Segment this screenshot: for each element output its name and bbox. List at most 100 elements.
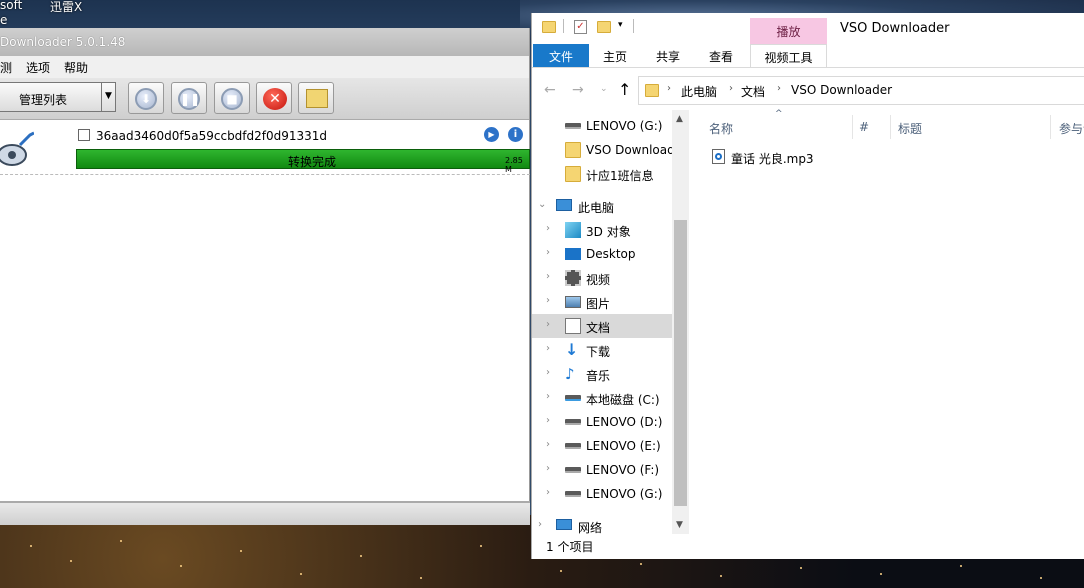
column-title[interactable]: 标题: [898, 120, 922, 137]
nav-item-desktop[interactable]: › Desktop: [532, 242, 672, 266]
nav-item-pictures[interactable]: › 图片: [532, 290, 672, 314]
tab-home[interactable]: 主页: [594, 44, 636, 67]
nav-item-videos[interactable]: › 视频: [532, 266, 672, 290]
computer-icon: [556, 199, 572, 211]
pause-button[interactable]: ❚❚: [171, 82, 207, 114]
nav-item-label: 视频: [586, 273, 611, 287]
vso-toolbar: 管理列表 ▼ ⬇ ❚❚ ■ ✕: [0, 78, 529, 120]
scrollbar-thumb[interactable]: [674, 220, 687, 506]
chevron-right-icon[interactable]: ›: [546, 343, 550, 354]
nav-item-documents[interactable]: › 文档: [532, 314, 672, 338]
vso-window-title: Downloader 5.0.1.48: [0, 35, 126, 49]
nav-item-downloads[interactable]: › ↓ 下载: [532, 338, 672, 362]
nav-item-lenovo-d[interactable]: › LENOVO (D:): [532, 410, 672, 434]
vso-title-bar[interactable]: Downloader 5.0.1.48: [0, 28, 529, 56]
properties-icon[interactable]: ✓: [574, 20, 587, 34]
menu-item-tools[interactable]: 测: [0, 59, 12, 78]
nav-item-label: 3D 对象: [586, 225, 631, 239]
tab-view[interactable]: 查看: [700, 44, 742, 67]
chevron-right-icon[interactable]: ›: [546, 367, 550, 378]
context-tab-play[interactable]: 播放: [750, 18, 827, 44]
back-arrow-icon[interactable]: ←: [544, 82, 556, 98]
desktop-icon-label[interactable]: e: [0, 13, 7, 27]
desktop-icon-label[interactable]: 迅雷X: [50, 0, 82, 15]
pause-icon: ❚❚: [178, 88, 200, 110]
drive-icon: [565, 467, 581, 473]
chevron-right-icon[interactable]: ›: [546, 415, 550, 426]
manage-list-dropdown[interactable]: 管理列表 ▼: [0, 82, 116, 112]
download-button[interactable]: ⬇: [128, 82, 164, 114]
up-arrow-icon[interactable]: ↑: [618, 80, 631, 99]
nav-item-this-pc[interactable]: ⌄ 此电脑: [532, 194, 672, 218]
chevron-down-icon[interactable]: ▾: [618, 20, 623, 30]
stop-button[interactable]: ■: [214, 82, 250, 114]
menu-item-options[interactable]: 选项: [26, 59, 50, 78]
chevron-right-icon[interactable]: ›: [546, 487, 550, 498]
breadcrumb-this-pc[interactable]: 此电脑: [681, 83, 717, 100]
edit-icon[interactable]: [78, 129, 90, 141]
delete-button[interactable]: ✕: [256, 82, 292, 114]
nav-item-lenovo-g-quick[interactable]: LENOVO (G:): [532, 114, 672, 138]
scroll-up-icon[interactable]: ▲: [676, 114, 683, 124]
tab-video-tools[interactable]: 视频工具: [750, 44, 827, 67]
open-folder-button[interactable]: [298, 82, 334, 114]
chevron-right-icon[interactable]: ›: [546, 271, 550, 282]
nav-item-vso-downloader[interactable]: VSO Downloader: [532, 138, 672, 162]
nav-scrollbar[interactable]: ▲ ▼: [672, 110, 689, 534]
chevron-right-icon[interactable]: ›: [546, 247, 550, 258]
breadcrumb-vso-downloader[interactable]: VSO Downloader: [791, 83, 892, 97]
folder-icon: [565, 166, 581, 182]
vso-status-bar: [0, 501, 530, 525]
download-arrow-icon: ⬇: [135, 88, 157, 110]
nav-item-class-info[interactable]: 计应1班信息: [532, 162, 672, 186]
disc-icon: [0, 127, 35, 167]
nav-item-local-disk-c[interactable]: › 本地磁盘 (C:): [532, 386, 672, 410]
recent-locations-icon[interactable]: ⌄: [600, 84, 608, 94]
chevron-right-icon[interactable]: ›: [546, 439, 550, 450]
nav-item-3d-objects[interactable]: › 3D 对象: [532, 218, 672, 242]
drive-icon: [565, 419, 581, 425]
column-number[interactable]: #: [859, 120, 869, 134]
tab-share[interactable]: 共享: [647, 44, 689, 67]
status-bar: 1 个项目: [546, 538, 593, 555]
nav-item-lenovo-e[interactable]: › LENOVO (E:): [532, 434, 672, 458]
column-divider[interactable]: [1050, 115, 1051, 139]
info-icon[interactable]: i: [508, 127, 523, 142]
chevron-right-icon[interactable]: ›: [546, 463, 550, 474]
menu-item-help[interactable]: 帮助: [64, 59, 88, 78]
chevron-right-icon[interactable]: ›: [546, 319, 550, 330]
folder-icon: [542, 21, 556, 33]
new-folder-icon[interactable]: [597, 21, 611, 33]
nav-item-label: 下载: [586, 345, 611, 359]
ribbon-tabs: 文件 主页 共享 查看 视频工具: [532, 44, 1084, 68]
column-divider[interactable]: [852, 115, 853, 139]
breadcrumb-documents[interactable]: 文档: [741, 83, 765, 100]
nav-item-network[interactable]: › 网络: [532, 514, 672, 538]
column-contributing-artists[interactable]: 参与创: [1059, 120, 1084, 137]
chevron-down-icon[interactable]: ⌄: [538, 199, 546, 210]
download-task-row[interactable]: 36aad3460d0f5a59ccbdfd2f0d91331d ▶ i 转换完…: [0, 123, 530, 175]
scroll-down-icon[interactable]: ▼: [676, 520, 683, 530]
nav-item-label: 此电脑: [578, 201, 615, 215]
nav-item-label: Desktop: [586, 247, 636, 261]
chevron-right-icon[interactable]: ›: [546, 391, 550, 402]
forward-arrow-icon[interactable]: →: [572, 82, 584, 98]
chevron-right-icon[interactable]: ›: [546, 295, 550, 306]
column-divider[interactable]: [890, 115, 891, 139]
chevron-right-icon[interactable]: ›: [538, 519, 542, 530]
play-icon[interactable]: ▶: [484, 127, 499, 142]
tab-file[interactable]: 文件: [533, 44, 589, 67]
nav-item-music[interactable]: › ♪ 音乐: [532, 362, 672, 386]
nav-item-lenovo-f[interactable]: › LENOVO (F:): [532, 458, 672, 482]
chevron-down-icon[interactable]: ▼: [101, 83, 115, 111]
nav-item-label: LENOVO (G:): [586, 487, 663, 501]
column-name[interactable]: 名称: [709, 120, 733, 137]
desktop-icon-label[interactable]: soft: [0, 0, 22, 12]
chevron-right-icon[interactable]: ›: [546, 223, 550, 234]
item-count: 1 个项目: [546, 540, 594, 554]
task-progress-bar: 转换完成 2.85 M: [76, 149, 530, 174]
nav-item-lenovo-g[interactable]: › LENOVO (G:): [532, 482, 672, 506]
nav-item-label: 音乐: [586, 369, 611, 383]
3d-objects-icon: [565, 222, 581, 238]
address-bar[interactable]: › 此电脑 › 文档 › VSO Downloader: [638, 76, 1084, 105]
